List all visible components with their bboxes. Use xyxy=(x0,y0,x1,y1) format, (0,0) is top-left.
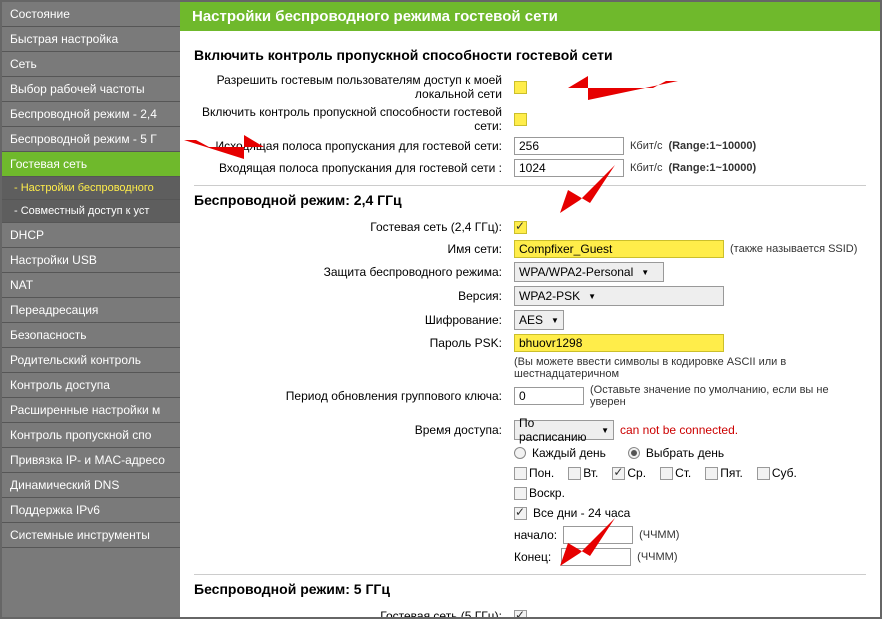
daily-label: Каждый день xyxy=(532,446,606,460)
sidebar-item-guest-network[interactable]: Гостевая сеть xyxy=(2,152,180,177)
egress-range: (Range:1~10000) xyxy=(668,140,756,152)
day-sun[interactable] xyxy=(514,487,527,500)
end-label: Конец: xyxy=(514,550,551,564)
all24-checkbox[interactable] xyxy=(514,507,527,520)
cipher24-label: Шифрование: xyxy=(194,313,514,327)
day-tue[interactable] xyxy=(568,467,581,480)
sidebar-item-system-tools[interactable]: Системные инструменты xyxy=(2,523,180,548)
ssid24-hint: (также называется SSID) xyxy=(730,243,857,255)
sidebar-item-status[interactable]: Состояние xyxy=(2,2,180,27)
sidebar-item-ip-mac-binding[interactable]: Привязка IP- и MAC-адресо xyxy=(2,448,180,473)
sidebar-item-guest-sharing[interactable]: - Совместный доступ к уст xyxy=(2,200,180,223)
ssid24-label: Имя сети: xyxy=(194,242,514,256)
enable-bw-checkbox[interactable] xyxy=(514,113,527,126)
sidebar-item-access-control[interactable]: Контроль доступа xyxy=(2,373,180,398)
sidebar-item-guest-wireless-settings[interactable]: - Настройки беспроводного xyxy=(2,177,180,200)
ingress-unit: Кбит/с xyxy=(630,162,662,174)
start-input[interactable] xyxy=(563,526,633,544)
daily-radio[interactable] xyxy=(514,447,526,459)
guest24-label: Гостевая сеть (2,4 ГГц): xyxy=(194,220,514,234)
sidebar-item-ipv6[interactable]: Поддержка IPv6 xyxy=(2,498,180,523)
sidebar-item-ddns[interactable]: Динамический DNS xyxy=(2,473,180,498)
psk24-label: Пароль PSK: xyxy=(194,336,514,350)
security24-label: Защита беспроводного режима: xyxy=(194,265,514,279)
access24-select[interactable]: По расписанию xyxy=(514,420,614,440)
sidebar-item-forwarding[interactable]: Переадресация xyxy=(2,298,180,323)
sidebar-item-advanced-routing[interactable]: Расширенные настройки м xyxy=(2,398,180,423)
gku24-input[interactable] xyxy=(514,387,584,405)
select-day-label: Выбрать день xyxy=(646,446,724,460)
security24-select[interactable]: WPA/WPA2-Personal xyxy=(514,262,664,282)
ssid24-input[interactable] xyxy=(514,240,724,258)
sidebar-item-wireless-5[interactable]: Беспроводной режим - 5 Г xyxy=(2,127,180,152)
sidebar-item-freq-select[interactable]: Выбор рабочей частоты xyxy=(2,77,180,102)
egress-label: Исходящая полоса пропускания для гостево… xyxy=(194,139,514,153)
sidebar-item-bandwidth-control[interactable]: Контроль пропускной спо xyxy=(2,423,180,448)
psk24-hint: (Вы можете ввести символы в кодировке AS… xyxy=(514,356,866,380)
start-hint: (ЧЧММ) xyxy=(639,529,679,541)
access24-warning: can not be connected. xyxy=(620,423,738,437)
day-sat[interactable] xyxy=(757,467,770,480)
day-fri[interactable] xyxy=(705,467,718,480)
start-label: начало: xyxy=(514,528,557,542)
day-thu[interactable] xyxy=(660,467,673,480)
end-hint: (ЧЧММ) xyxy=(637,551,677,563)
section-5-title: Беспроводной режим: 5 ГГц xyxy=(194,574,866,605)
guest5-checkbox[interactable] xyxy=(514,610,527,618)
end-input[interactable] xyxy=(561,548,631,566)
sidebar-item-dhcp[interactable]: DHCP xyxy=(2,223,180,248)
section-24-title: Беспроводной режим: 2,4 ГГц xyxy=(194,185,866,216)
enable-bw-label: Включить контроль пропускной способности… xyxy=(194,105,514,133)
main-content: Настройки беспроводного режима гостевой … xyxy=(180,2,880,617)
version24-label: Версия: xyxy=(194,289,514,303)
psk24-input[interactable] xyxy=(514,334,724,352)
guest24-checkbox[interactable] xyxy=(514,221,527,234)
gku24-label: Период обновления группового ключа: xyxy=(194,389,514,403)
version24-select[interactable]: WPA2-PSK xyxy=(514,286,724,306)
sidebar-item-nat[interactable]: NAT xyxy=(2,273,180,298)
page-title: Настройки беспроводного режима гостевой … xyxy=(180,2,880,31)
access24-label: Время доступа: xyxy=(194,423,514,437)
egress-input[interactable] xyxy=(514,137,624,155)
day-wed[interactable] xyxy=(612,467,625,480)
allow-local-checkbox[interactable] xyxy=(514,81,527,94)
day-mon[interactable] xyxy=(514,467,527,480)
sidebar-item-usb[interactable]: Настройки USB xyxy=(2,248,180,273)
ingress-input[interactable] xyxy=(514,159,624,177)
sidebar-item-security[interactable]: Безопасность xyxy=(2,323,180,348)
select-day-radio[interactable] xyxy=(628,447,640,459)
section-bandwidth-title: Включить контроль пропускной способности… xyxy=(194,41,866,71)
sidebar-item-parental[interactable]: Родительский контроль xyxy=(2,348,180,373)
egress-unit: Кбит/с xyxy=(630,140,662,152)
sidebar-item-network[interactable]: Сеть xyxy=(2,52,180,77)
sidebar: Состояние Быстрая настройка Сеть Выбор р… xyxy=(2,2,180,617)
cipher24-select[interactable]: AES xyxy=(514,310,564,330)
all24-label: Все дни - 24 часа xyxy=(533,506,630,520)
gku24-hint: (Оставьте значение по умолчанию, если вы… xyxy=(590,384,866,408)
allow-local-label: Разрешить гостевым пользователям доступ … xyxy=(194,73,514,101)
sidebar-item-wireless-24[interactable]: Беспроводной режим - 2,4 xyxy=(2,102,180,127)
ingress-label: Входящая полоса пропускания для гостевой… xyxy=(194,161,514,175)
ingress-range: (Range:1~10000) xyxy=(668,162,756,174)
sidebar-item-quick-setup[interactable]: Быстрая настройка xyxy=(2,27,180,52)
guest5-label: Гостевая сеть (5 ГГц): xyxy=(194,609,514,617)
